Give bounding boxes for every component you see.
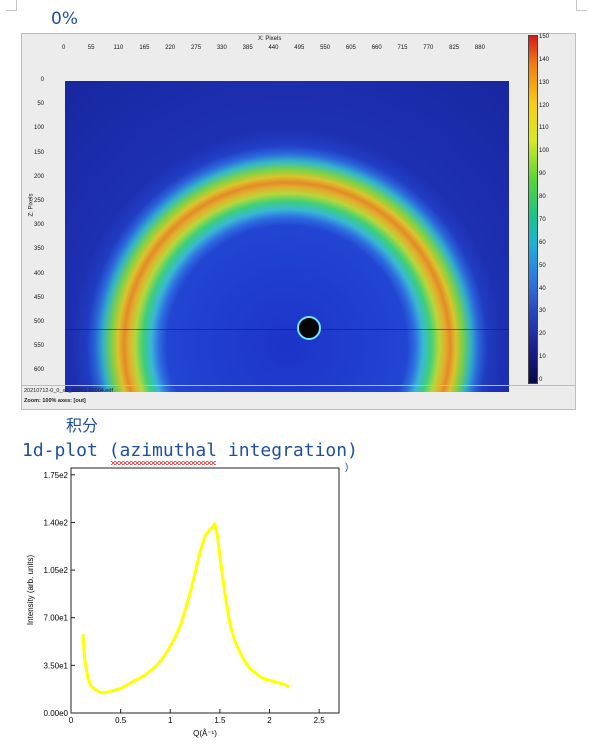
detector-gap-line	[65, 329, 509, 330]
x-tick-label: 715	[397, 45, 408, 51]
status-bar: 20210712-0_0_x6_00001-00004.edf Zoom: 10…	[22, 385, 575, 411]
x-tick-label: 220	[165, 45, 176, 51]
z-tick-label: 250	[33, 198, 44, 204]
x-tick-label: 275	[191, 45, 202, 51]
x-tick-label: 0.5	[115, 716, 127, 725]
x-axis-title: X: Pixels	[258, 36, 282, 42]
z-tick-label: 500	[33, 319, 44, 325]
page-corner-mark-left	[6, 0, 17, 11]
colorbar-tick-label: 80	[539, 194, 546, 201]
colorbar-tick-label: 140	[539, 56, 550, 63]
x-tick-label: 770	[423, 45, 434, 51]
x-tick-label: 1.5	[214, 716, 226, 725]
z-tick-label: 350	[33, 246, 44, 253]
z-axis-title: Z: Pixels	[28, 193, 35, 217]
z-tick-label: 600	[33, 367, 44, 374]
x-tick-label: 825	[449, 45, 460, 51]
x-tick-label: 880	[474, 45, 485, 51]
y-tick-label: 0.00e0	[44, 709, 69, 718]
x-tick-label: 0	[69, 716, 74, 725]
plot-frame	[70, 467, 340, 714]
z-tick-label: 150	[33, 149, 44, 156]
x-tick-label: 55	[87, 45, 95, 51]
x-tick-label: 330	[216, 45, 227, 51]
y-tick-label: 7.00e1	[44, 614, 69, 623]
colorbar	[528, 35, 538, 384]
x-tick-label: 110	[113, 45, 124, 51]
colorbar-tick-label: 130	[539, 79, 550, 86]
colorbar-tick-label: 30	[539, 308, 546, 315]
y-axis-label: Intensity (arb. units)	[26, 555, 35, 626]
z-tick-label: 200	[33, 173, 44, 180]
integration-plot: 0 0.5 1 1.5 2 2.5 0.00e0 3.50e1 7.00e1 1.05e2 1.4…	[26, 467, 340, 738]
x-tick-label: 385	[242, 45, 253, 51]
z-tick-label: 400	[33, 270, 44, 277]
z-tick-label: 450	[33, 294, 44, 301]
zoom-status: Zoom: 100% axes: [out]	[24, 398, 86, 404]
x-axis-label: Q(Å⁻¹)	[193, 729, 217, 738]
z-tick-label: 0	[40, 77, 44, 83]
y-tick-label: 1.40e2	[44, 518, 69, 527]
colorbar-tick-label: 150	[539, 34, 550, 40]
colorbar-tick-label: 110	[539, 125, 549, 132]
x-tick-label: 605	[345, 45, 356, 51]
plot-heading: 1d-plot (azimuthal integration)	[22, 440, 358, 461]
detector-image[interactable]	[65, 81, 509, 392]
colorbar-tick-label: 0	[539, 377, 543, 383]
colorbar-tick-label: 10	[539, 354, 546, 361]
detector-viewer: X: Pixels Z: Pixels 0 55 110 165 220 275 330 38…	[21, 33, 576, 410]
colorbar-tick-label: 90	[539, 171, 546, 178]
scattering-ring-image	[65, 81, 509, 392]
x-tick-label: 0	[62, 45, 66, 51]
y-tick-label: 1.05e2	[44, 566, 69, 575]
y-tick-label: 3.50e1	[44, 661, 69, 670]
colorbar-tick-label: 60	[539, 239, 546, 246]
z-tick-label: 100	[33, 125, 44, 132]
colorbar-tick-label: 120	[539, 102, 550, 109]
x-tick-label: 2	[267, 716, 272, 725]
colorbar-tick-label: 40	[539, 285, 546, 292]
colorbar-tick-label: 20	[539, 331, 546, 338]
x-tick-label: 660	[371, 45, 382, 51]
integration-heading: 积分	[66, 416, 99, 435]
colorbar-tick-label: 100	[539, 148, 550, 155]
page-corner-mark-right	[576, 0, 587, 11]
z-tick-label: 300	[33, 222, 44, 229]
beamstop	[297, 316, 321, 340]
progress-percent-text: 0%	[51, 9, 78, 29]
colorbar-tick-label: 50	[539, 262, 546, 269]
y-tick-label: 1.75e2	[44, 471, 69, 480]
y-ticks: 0.00e0 3.50e1 7.00e1 1.05e2 1.40e2 1.75e2	[44, 471, 75, 718]
filename-label: 20210712-0_0_x6_00001-00004.edf	[24, 388, 113, 394]
colorbar-tick-label: 70	[539, 216, 546, 223]
z-tick-label: 550	[33, 343, 44, 350]
x-tick-label: 1	[168, 716, 173, 725]
z-tick-label: 50	[37, 101, 44, 108]
x-tick-label: 550	[320, 45, 331, 51]
x-tick-label: 495	[294, 45, 305, 51]
x-tick-label: 2.5	[314, 716, 326, 725]
x-tick-label: 440	[268, 45, 279, 51]
x-tick-label: 165	[139, 45, 150, 51]
